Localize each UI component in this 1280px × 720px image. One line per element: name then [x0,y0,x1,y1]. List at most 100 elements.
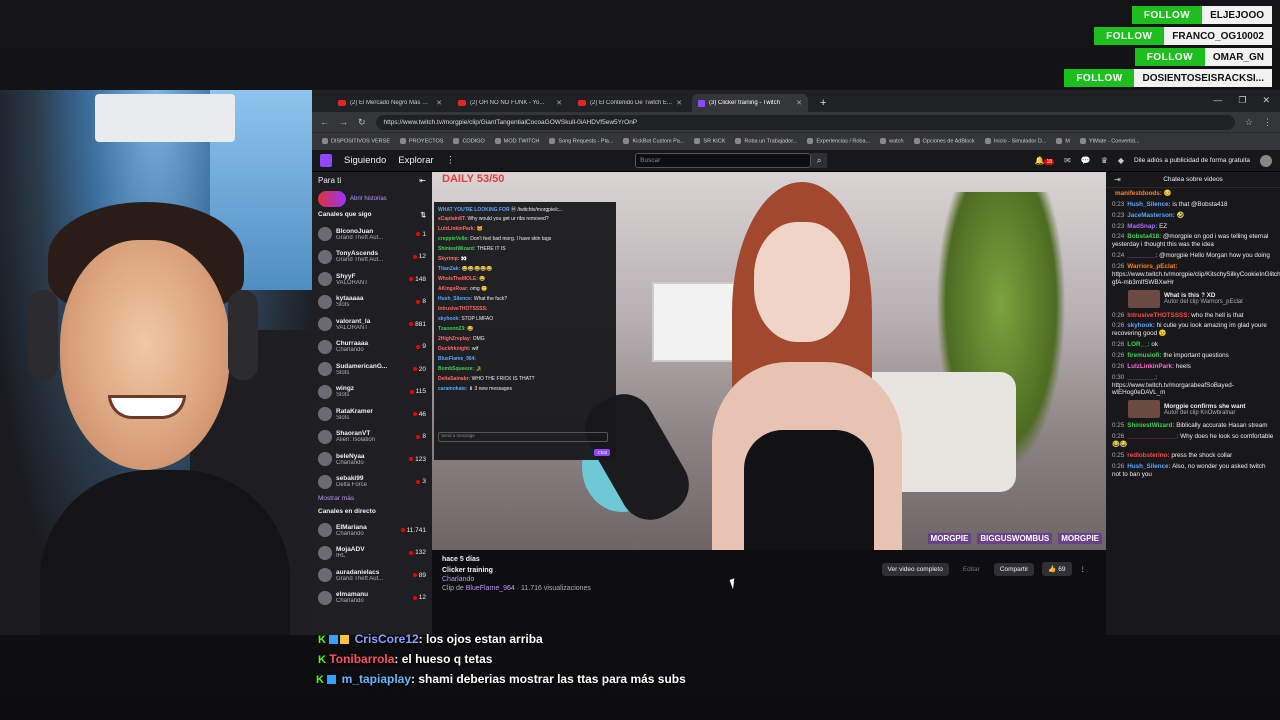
chat-username[interactable]: ________: [1127,374,1157,381]
bookmark[interactable]: Roba un Trabajador... [735,138,797,145]
sidebar-channel[interactable]: Churraaaa Charlando 9 [318,336,426,359]
sidebar-channel[interactable]: kytaaaaa Slots 8 [318,291,426,314]
chat-username[interactable]: manifestdoods: [1115,190,1162,197]
chat-username[interactable]: ______________: [1127,433,1178,440]
new-tab-button[interactable]: + [812,94,834,112]
sidebar-channel[interactable]: ShyyF VALORANT 148 [318,268,426,291]
share-button[interactable]: Compartir [993,562,1035,576]
browser-tab-active[interactable]: (3) Clicker training - Twitch ✕ [692,94,808,112]
bookmark[interactable]: MOD TWITCH [495,138,540,145]
bookmark[interactable]: YtMate - Convertid... [1080,138,1139,145]
notifications-icon[interactable]: 🔔 18 [1034,156,1055,165]
inbox-icon[interactable]: ✉ [1064,156,1071,165]
chat-username[interactable]: Warriors_pEclat: [1127,263,1177,270]
bookmark[interactable]: Song Requests - Pla... [549,138,613,145]
bookmark[interactable]: Opciones de AdBlock [914,138,975,145]
chat-username[interactable]: JaceMasterson: [1127,212,1175,219]
close-icon[interactable]: ✕ [676,99,682,107]
url-field[interactable]: https://www.twitch.tv/morgpie/clip/Giant… [375,114,1235,130]
sidebar-channel[interactable]: ElMariana Charlando 11.741 [318,519,426,542]
close-icon[interactable]: ✕ [436,99,442,107]
bits-icon[interactable]: ◆ [1118,156,1124,165]
sort-icon[interactable]: ⇅ [421,211,426,219]
maximize-icon[interactable]: ❐ [1238,95,1246,106]
chat-username[interactable]: Bobsta418: [1127,233,1161,240]
chat-message: 0:25 redlobsterino: press the shock colla… [1112,452,1274,460]
search-input[interactable]: Buscar [635,153,812,168]
nav-more-icon[interactable]: ⋮ [446,155,456,166]
forward-icon[interactable]: → [339,117,348,127]
back-icon[interactable]: ← [320,117,329,127]
sidebar-channel[interactable]: valorant_la VALORANT 881 [318,313,426,336]
browser-tab[interactable]: (2) OH NO NO FUNK - Yo... ✕ [452,94,568,112]
sidebar-channel[interactable]: auradanielacs Grand Theft Aut... 89 [318,564,426,587]
edit-button[interactable]: Editar [957,563,986,576]
channel-name: ShyyF [336,272,356,280]
browser-tab[interactable]: (2) El Mercado Negro Más Gr... ✕ [332,94,448,112]
whispers-icon[interactable]: 💬 [1081,156,1091,165]
sidebar-channel[interactable]: beleNyaa Charlando 123 [318,448,426,471]
sidebar-channel[interactable]: SudamericanG... Slots 20 [318,358,426,381]
chat-username[interactable]: Hush_Silence: [1127,201,1170,208]
nav-following[interactable]: Siguiendo [344,155,386,166]
sidebar-channel[interactable]: RataKramer Slots 46 [318,403,426,426]
bookmark[interactable]: Inicio - Simulador D... [985,138,1047,145]
clip-embed[interactable]: Morgpie confirms she want Autor del clip … [1128,400,1274,419]
chat-username[interactable]: firemusiofi: [1127,352,1161,359]
chat-timestamp: 0:25 [1112,451,1125,459]
sidebar-channel[interactable]: TonyAscends Grand Theft Aut... 12 [318,246,426,269]
bookmark[interactable]: SR KICK [694,138,725,145]
sidebar-channel[interactable]: sebaki99 Delta Force 3 [318,471,426,494]
chat-username[interactable]: LOR__: [1127,341,1149,348]
video-player[interactable]: DAILY 53/50 WHAT YOU'RE LOOKING FOR Ⓜ /t… [432,172,1106,550]
reload-icon[interactable]: ↻ [358,117,366,128]
stories[interactable]: Abrir historias [318,191,426,207]
collapse-chat-icon[interactable]: ⇥ [1114,175,1121,184]
chat-timestamp: 0:26 [1112,322,1125,330]
sidebar-channel[interactable]: BlconoJuan Grand Theft Aut... 1 [318,223,426,246]
extensions-icon[interactable]: ⋮ [1263,117,1272,128]
minimize-icon[interactable]: — [1213,95,1222,106]
close-icon[interactable]: ✕ [556,99,562,107]
ad-free-promo[interactable]: Dile adiós a publicidad de forma gratuit… [1134,157,1250,164]
video-chat-user: LulzLinkinPark: [438,226,476,232]
twitch-logo-icon[interactable] [320,154,332,167]
search-icon[interactable]: ⌕ [811,153,828,168]
chat-username[interactable]: skyhook: [1127,322,1155,329]
user-avatar[interactable] [1260,154,1272,167]
clip-category[interactable]: Charlando [442,576,1096,583]
chat-username[interactable]: redlobsterino: [1127,452,1169,459]
chat-username[interactable]: ShiniestWizard: [1127,422,1174,429]
bookmark[interactable]: KickBot Custom Pa... [623,138,684,145]
collapse-sidebar-icon[interactable]: ⇤ [419,176,426,185]
chat-username[interactable]: LulzLinkinPark: [1127,363,1174,370]
sidebar-channel[interactable]: ShaoranVT Alien: Isolation 8 [318,426,426,449]
crown-icon[interactable]: ♛ [1101,156,1108,165]
nav-browse[interactable]: Explorar [398,155,433,166]
bookmark[interactable]: watch [880,138,903,145]
watch-full-video-button[interactable]: Ver video completo [881,562,949,576]
bookmark[interactable]: M [1056,138,1070,145]
bookmark[interactable]: CODIGO [453,138,484,145]
show-more-link[interactable]: Mostrar más [318,495,426,502]
chat-username[interactable]: Hush_Silence: [1127,463,1170,470]
sidebar-channel[interactable]: wingz Slots 115 [318,381,426,404]
close-icon[interactable]: ✕ [796,99,802,107]
sidebar-channel[interactable]: elmamanu Charlando 12 [318,587,426,610]
close-window-icon[interactable]: ✕ [1262,95,1270,106]
chat-username[interactable]: MadSnap: [1127,223,1157,230]
badge-icon [327,675,337,685]
clip-embed[interactable]: What is this ? XD Autor del clip Warriors… [1128,289,1274,308]
browser-tab[interactable]: (2) El Contenido De Twitch E... ✕ [572,94,688,112]
star-icon[interactable]: ☆ [1245,117,1253,128]
bookmark[interactable]: Experiencias / Roba... [807,138,870,145]
bookmark[interactable]: DISPOSITIVOS VERSE [322,138,390,145]
clipper-link[interactable]: BlueFlame_964 [466,585,515,592]
chat-username[interactable]: ________: [1127,252,1157,259]
chat-username[interactable]: IntrusiveTHOTSSSS: [1127,312,1189,319]
more-options-icon[interactable]: ⋮ [1080,565,1087,573]
bookmark[interactable]: PROYECTOS [400,138,443,145]
video-chat-line: WHAT YOU'RE LOOKING FOR Ⓜ /twitchtv/morg… [438,206,612,216]
like-button[interactable]: 👍 69 [1042,562,1072,576]
sidebar-channel[interactable]: MojaADV IRL 132 [318,542,426,565]
